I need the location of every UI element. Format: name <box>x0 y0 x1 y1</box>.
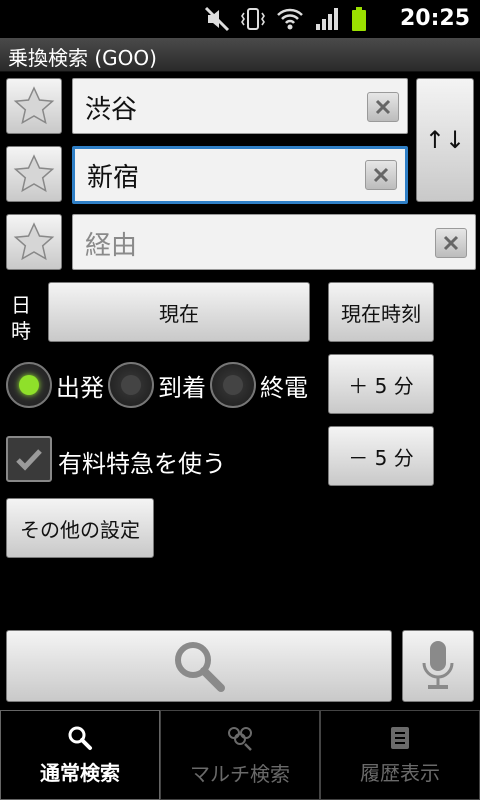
radio-departure[interactable] <box>6 362 52 408</box>
to-station-field[interactable]: 新宿 <box>72 146 408 204</box>
mute-icon <box>204 6 230 32</box>
radio-arrival[interactable] <box>108 362 154 408</box>
from-station-field[interactable]: 渋谷 <box>72 78 408 134</box>
wifi-icon <box>277 8 303 30</box>
signal-icon <box>316 8 338 30</box>
radio-last-train-label: 終電 <box>260 373 308 402</box>
history-icon <box>391 726 409 749</box>
close-icon <box>373 167 389 183</box>
clear-to-button[interactable] <box>365 160 397 190</box>
limited-express-checkbox[interactable] <box>6 436 52 482</box>
search-icon <box>175 642 225 692</box>
now-button[interactable]: 現在 <box>48 282 310 342</box>
tab-normal-search-label: 通常検索 <box>40 760 120 785</box>
minus-5-min-button[interactable]: － 5 分 <box>328 426 434 486</box>
datetime-label: 日 時 <box>11 293 31 343</box>
clear-from-button[interactable] <box>367 92 399 122</box>
plus-5-min-button[interactable]: ＋ 5 分 <box>328 354 434 414</box>
search-icon <box>68 726 92 750</box>
vibrate-icon <box>241 8 265 30</box>
via-favorite-button[interactable] <box>6 214 62 270</box>
star-icon <box>13 222 55 261</box>
multi-search-icon <box>228 726 252 751</box>
limited-express-label: 有料特急を使う <box>58 450 226 478</box>
tab-multi-search[interactable]: マルチ検索 <box>160 710 320 800</box>
via-station-placeholder: 経由 <box>85 231 138 261</box>
from-favorite-button[interactable] <box>6 78 62 134</box>
radio-last-train[interactable] <box>210 362 256 408</box>
close-icon <box>443 235 459 251</box>
battery-icon <box>352 7 366 31</box>
tab-history[interactable]: 履歴表示 <box>320 710 480 800</box>
swap-stations-button[interactable]: ↑↓ <box>416 78 474 202</box>
other-settings-button[interactable]: その他の設定 <box>6 498 154 558</box>
search-button[interactable] <box>6 630 392 702</box>
title-bar: 乗換検索 (GOO) <box>0 38 480 72</box>
star-icon <box>13 86 55 125</box>
tab-history-label: 履歴表示 <box>360 760 440 785</box>
to-station-value: 新宿 <box>87 163 140 193</box>
via-station-field[interactable]: 経由 <box>72 214 476 270</box>
status-icons <box>204 6 368 32</box>
radio-departure-label: 出発 <box>56 373 104 402</box>
clear-via-button[interactable] <box>435 228 467 258</box>
current-time-button[interactable]: 現在時刻 <box>328 282 434 342</box>
to-favorite-button[interactable] <box>6 146 62 202</box>
microphone-icon <box>422 641 454 689</box>
radio-arrival-label: 到着 <box>158 373 206 402</box>
app-title: 乗換検索 (GOO) <box>8 46 157 70</box>
tab-multi-search-label: マルチ検索 <box>190 761 290 786</box>
bottom-tab-bar: 通常検索 マルチ検索 履歴表示 <box>0 710 480 800</box>
departure-arrival-radio-group: 出発 到着 終電 <box>6 362 312 408</box>
from-station-value: 渋谷 <box>85 95 138 125</box>
swap-icon: ↑↓ <box>424 126 466 154</box>
close-icon <box>375 99 391 115</box>
tab-normal-search[interactable]: 通常検索 <box>0 710 160 800</box>
checkmark-icon <box>16 449 42 471</box>
voice-input-button[interactable] <box>402 630 474 702</box>
status-bar: 20:25 <box>0 0 480 38</box>
star-icon <box>13 154 55 193</box>
status-time: 20:25 <box>399 6 470 31</box>
